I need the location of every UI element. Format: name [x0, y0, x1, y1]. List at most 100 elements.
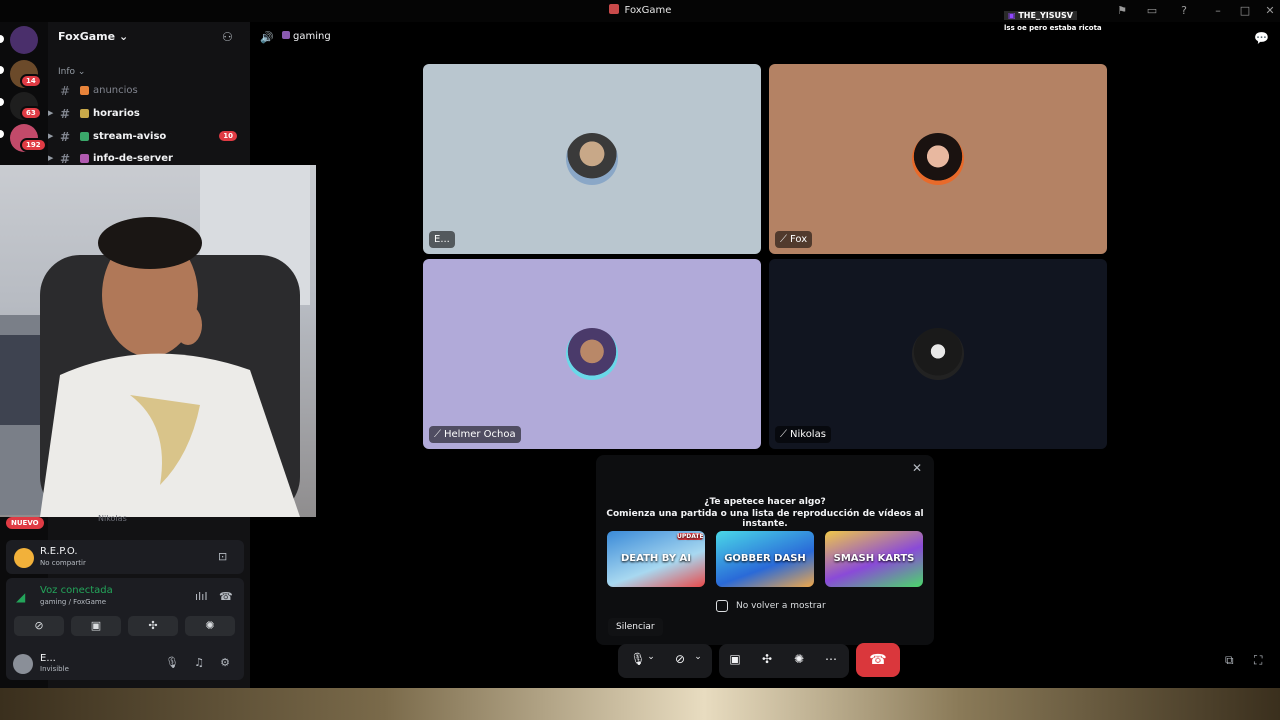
noise-suppression-icon[interactable]: ıIıI [195, 590, 208, 603]
server-name-dropdown[interactable]: FoxGame ⌄ [58, 30, 128, 43]
server-mention-badge: 63 [20, 106, 42, 120]
soundboard-button[interactable]: ✺ [789, 652, 809, 670]
participant-name-tag: ⟋ Nikolas [775, 426, 831, 443]
avatar [566, 328, 618, 380]
muted-mic-icon: ⟋ [434, 429, 441, 440]
soundboard-icon: ✺ [793, 652, 805, 666]
chevron-down-icon: ⌄ [118, 30, 129, 43]
dont-show-again-checkbox[interactable] [716, 600, 728, 612]
screen-share-icon: ▣ [729, 652, 741, 666]
channel-emoji-icon [282, 31, 290, 39]
disconnect-icon[interactable]: ☎ [219, 590, 233, 603]
screen-share-icon: ▣ [90, 619, 102, 632]
camera-button[interactable]: ⊘ [670, 652, 690, 670]
voice-member-nikolas[interactable]: Nikolas [98, 514, 127, 523]
muted-mic-icon: ⟋ [780, 429, 787, 440]
background-light-strip [0, 688, 1280, 720]
muted-mic-icon: ⟋ [780, 234, 787, 245]
avatar [912, 133, 964, 185]
dont-show-again-label[interactable]: No volver a mostrar [736, 601, 826, 611]
game-label: SMASH KARTS [833, 553, 915, 564]
channel-label: info-de-server [93, 153, 173, 164]
hash-icon: # [60, 84, 71, 98]
stream-chat-message: lss oe pero estaba ricota [1004, 24, 1102, 32]
channel-emoji-icon [80, 132, 89, 141]
unread-arrow-icon: ▶ [48, 154, 54, 162]
participant-tile-e[interactable]: E... [423, 64, 761, 254]
soundboard-button[interactable]: ✺ [185, 616, 235, 636]
voice-status[interactable]: Voz conectada [40, 585, 113, 596]
chat-bubble-icon[interactable]: 💬 [1254, 31, 1269, 45]
category-info[interactable]: Info ⌄ [58, 67, 85, 77]
unread-arrow-icon: ▶ [48, 109, 54, 117]
game-label: DEATH BY AI [620, 553, 692, 564]
activity-subtitle: No compartir [40, 559, 86, 567]
chevron-down-icon: ⌄ [77, 67, 86, 77]
activity-game-icon [14, 548, 34, 568]
camera-off-icon: ⊘ [674, 652, 686, 666]
popup-description: Comienza una partida o una lista de repr… [606, 509, 924, 529]
mic-options-chevron[interactable]: ⌄ [645, 652, 657, 670]
hash-icon: # [60, 130, 71, 144]
inbox-icon[interactable]: ⚑ [1114, 3, 1130, 19]
channel-mention-badge: 10 [219, 131, 237, 141]
game-card-gobber-dash[interactable]: GOBBER DASH [716, 531, 814, 587]
more-options-button[interactable]: ⋯ [821, 652, 841, 670]
microphone-icon: 🎙 [630, 652, 646, 666]
screen-share-button[interactable]: ▣ [725, 652, 745, 670]
hash-icon: # [60, 107, 71, 121]
screen-icon[interactable]: ▭ [1144, 3, 1160, 19]
add-member-icon[interactable]: ⚇ [222, 30, 236, 44]
avatar[interactable] [13, 654, 33, 674]
avatar [912, 328, 964, 380]
activities-icon: ✣ [761, 652, 773, 666]
voice-channel-path[interactable]: gaming / FoxGame [40, 598, 106, 606]
camera-off-button[interactable]: ⊘ [14, 616, 64, 636]
signal-icon[interactable]: ◢ [16, 590, 25, 604]
maximize-icon[interactable]: □ [1237, 3, 1253, 19]
popup-question: ¿Te apetece hacer algo? [704, 497, 826, 507]
chevron-down-icon: ⌄ [647, 652, 655, 662]
webcam-person-image [0, 165, 310, 517]
close-icon[interactable]: ✕ [912, 461, 922, 475]
game-card-death-by-ai[interactable]: DEATH BY AI UPDATE [607, 531, 705, 587]
game-card-smash-karts[interactable]: SMASH KARTS [825, 531, 923, 587]
activities-button[interactable]: ✣ [757, 652, 777, 670]
close-window-icon[interactable]: ✕ [1262, 3, 1278, 19]
channel-horarios[interactable]: ▶ # horarios [48, 105, 243, 123]
channel-label: stream-aviso [93, 131, 167, 142]
user-status: Invisible [40, 665, 69, 673]
minimize-icon[interactable]: – [1210, 3, 1226, 19]
headphones-icon[interactable]: ♫ [192, 656, 206, 670]
camera-options-chevron[interactable]: ⌄ [692, 652, 704, 670]
channel-emoji-icon [80, 109, 89, 118]
channel-label: anuncios [93, 85, 138, 96]
channel-anuncios[interactable]: # anuncios [58, 82, 243, 100]
activities-icon: ✣ [148, 619, 158, 632]
popout-icon[interactable]: ⧉ [1225, 653, 1234, 668]
participant-tile-helmer-ochoa[interactable]: ⟋ Helmer Ochoa [423, 259, 761, 449]
server-icon-foxgame[interactable] [10, 26, 38, 54]
help-icon[interactable]: ? [1176, 3, 1192, 19]
disconnect-button[interactable]: ☎ [856, 643, 900, 677]
fullscreen-icon[interactable]: ⛶ [1254, 653, 1262, 668]
app-logo-icon [608, 4, 619, 14]
participant-tile-fox[interactable]: ⟋ Fox [769, 64, 1107, 254]
participant-name-tag: ⟋ Fox [775, 231, 813, 248]
camera-off-icon: ⊘ [34, 619, 44, 632]
activity-title: R.E.P.O. [40, 546, 78, 557]
gear-icon[interactable]: ⚙ [218, 656, 232, 670]
phone-hangup-icon: ☎ [869, 652, 887, 668]
screen-share-button[interactable]: ▣ [71, 616, 121, 636]
participant-name-tag: ⟋ Helmer Ochoa [429, 426, 521, 443]
participant-tile-nikolas[interactable]: ⟋ Nikolas [769, 259, 1107, 449]
stream-game-icon[interactable]: ⊡ [218, 550, 232, 564]
soundboard-icon: ✺ [205, 619, 215, 632]
chevron-down-icon: ⌄ [694, 652, 702, 662]
user-name[interactable]: E... [40, 653, 56, 664]
stream-chat-user: ▣ THE_YISUSV [1004, 11, 1077, 20]
activities-button[interactable]: ✣ [128, 616, 178, 636]
channel-stream-aviso[interactable]: ▶ # stream-aviso 10 [48, 128, 243, 146]
microphone-icon[interactable]: 🎙 [165, 656, 179, 670]
channel-emoji-icon [80, 154, 89, 163]
